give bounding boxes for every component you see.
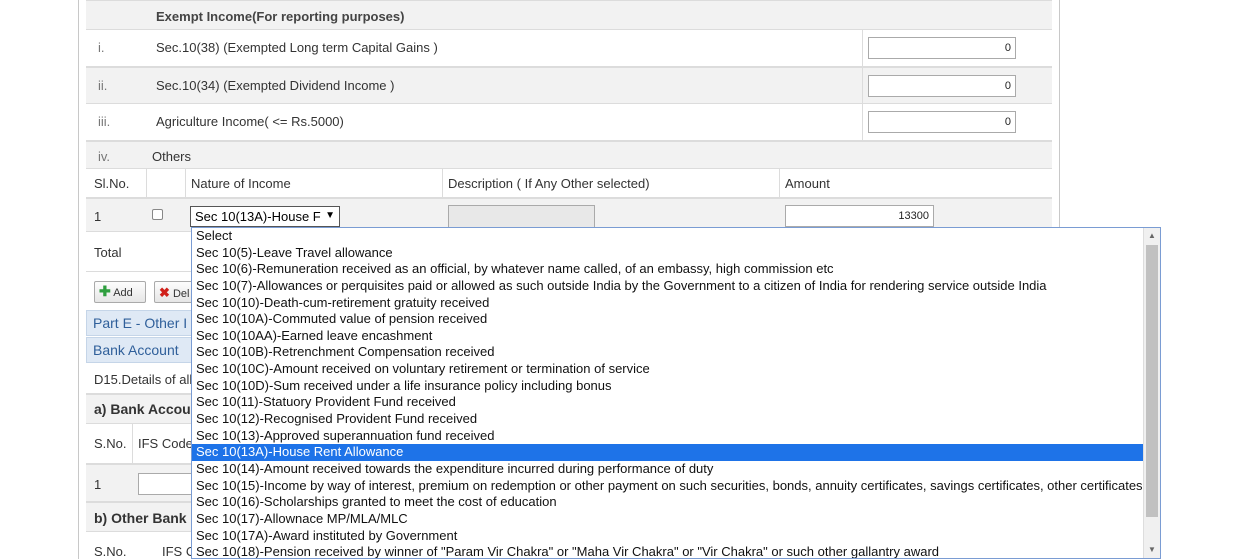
dropdown-option[interactable]: Sec 10(10A)-Commuted value of pension re…: [192, 311, 1160, 328]
col-slno: Sl.No.: [94, 176, 130, 191]
plus-icon: ✚: [99, 283, 111, 299]
dropdown-option[interactable]: Sec 10(15)-Income by way of interest, pr…: [192, 478, 1160, 495]
col-ifs-code: IFS Code: [138, 436, 193, 451]
nature-of-income-select[interactable]: Sec 10(13A)-House F ▼: [190, 206, 340, 227]
agriculture-amount-input[interactable]: 0: [868, 111, 1016, 133]
dropdown-option[interactable]: Select: [192, 228, 1160, 245]
row-number: i.: [98, 40, 105, 55]
column-divider: [862, 104, 863, 141]
dropdown-option[interactable]: Sec 10(7)-Allowances or perquisites paid…: [192, 278, 1160, 295]
col-nature: Nature of Income: [191, 176, 291, 191]
exempt-row-1: i. Sec.10(38) (Exempted Long term Capita…: [86, 30, 1052, 67]
delete-label: Del: [172, 288, 190, 300]
exempt-income-heading: Exempt Income(For reporting purposes): [156, 9, 405, 24]
dropdown-option[interactable]: Sec 10(10AA)-Earned leave encashment: [192, 328, 1160, 345]
dropdown-option[interactable]: Sec 10(10B)-Retrenchment Compensation re…: [192, 344, 1160, 361]
dropdown-option[interactable]: Sec 10(14)-Amount received towards the e…: [192, 461, 1160, 478]
other-bank-heading: b) Other Bank: [94, 510, 187, 526]
delete-button[interactable]: ✖ Del: [154, 281, 194, 303]
total-label: Total: [94, 245, 122, 260]
dropdown-option[interactable]: Sec 10(10C)-Amount received on voluntary…: [192, 361, 1160, 378]
bank-accounts-a-heading: a) Bank Accou: [94, 401, 191, 417]
ltcg-amount-input[interactable]: 0: [868, 37, 1016, 59]
select-value: Sec 10(13A)-House F: [195, 209, 321, 224]
others-row: iv. Others: [86, 141, 1052, 169]
col-amount: Amount: [785, 176, 830, 191]
row-label: Sec.10(38) (Exempted Long term Capital G…: [156, 40, 438, 55]
dropdown-options: Select Sec 10(5)-Leave Travel allowance Se…: [192, 228, 1160, 558]
others-table-header: Sl.No. Nature of Income Description ( If…: [86, 169, 1052, 198]
row-checkbox[interactable]: [152, 209, 163, 220]
dropdown-option-selected[interactable]: Sec 10(13A)-House Rent Allowance: [192, 444, 1160, 461]
dropdown-option[interactable]: Sec 10(18)-Pension received by winner of…: [192, 544, 1160, 558]
bank-row-number: 1: [94, 477, 102, 492]
row-slno: 1: [94, 209, 102, 224]
delete-icon: ✖: [159, 285, 170, 300]
row-number: iii.: [98, 114, 111, 129]
add-button[interactable]: ✚ Add: [94, 281, 146, 303]
column-divider: [862, 30, 863, 67]
ifs-code-input[interactable]: [138, 473, 198, 495]
description-input: [448, 205, 595, 229]
column-divider: [146, 169, 147, 198]
scroll-down-icon[interactable]: ▼: [1144, 542, 1160, 558]
scrollbar-thumb[interactable]: [1146, 245, 1158, 517]
row-number: ii.: [98, 78, 108, 93]
dropdown-option[interactable]: Sec 10(11)-Statuory Provident Fund recei…: [192, 394, 1160, 411]
exempt-income-header-row: Exempt Income(For reporting purposes): [86, 0, 1052, 30]
dropdown-option[interactable]: Sec 10(17)-Allownace MP/MLA/MLC: [192, 511, 1160, 528]
column-divider: [132, 424, 133, 464]
row-label: Sec.10(34) (Exempted Dividend Income ): [156, 78, 395, 93]
dropdown-option[interactable]: Sec 10(13)-Approved superannuation fund …: [192, 428, 1160, 445]
add-label: Add: [113, 287, 133, 299]
exempt-row-3: iii. Agriculture Income( <= Rs.5000) 0: [86, 104, 1052, 141]
dropdown-option[interactable]: Sec 10(5)-Leave Travel allowance: [192, 245, 1160, 262]
col-sno: S.No.: [94, 436, 127, 451]
scroll-up-icon[interactable]: ▲: [1144, 228, 1160, 244]
col-description: Description ( If Any Other selected): [448, 176, 650, 191]
row-number: iv.: [98, 149, 111, 164]
d15-label: D15.Details of all: [94, 372, 193, 387]
row-label: Agriculture Income( <= Rs.5000): [156, 114, 344, 129]
dropdown-option[interactable]: Sec 10(10D)-Sum received under a life in…: [192, 378, 1160, 395]
column-divider: [185, 169, 186, 198]
chevron-down-icon: ▼: [325, 210, 335, 221]
column-divider: [779, 169, 780, 198]
bank-account-section-tab[interactable]: Bank Account: [86, 337, 198, 363]
dropdown-option[interactable]: Sec 10(10)-Death-cum-retirement gratuity…: [192, 295, 1160, 312]
nature-of-income-dropdown-list[interactable]: Select Sec 10(5)-Leave Travel allowance Se…: [191, 227, 1161, 559]
exempt-row-2: ii. Sec.10(34) (Exempted Dividend Income…: [86, 67, 1052, 105]
dropdown-option[interactable]: Sec 10(12)-Recognised Provident Fund rec…: [192, 411, 1160, 428]
others-label: Others: [152, 149, 192, 164]
dropdown-option[interactable]: Sec 10(16)-Scholarships granted to meet …: [192, 494, 1160, 511]
dropdown-option[interactable]: Sec 10(6)-Remuneration received as an of…: [192, 261, 1160, 278]
column-divider: [862, 68, 863, 105]
dividend-amount-input[interactable]: 0: [868, 75, 1016, 97]
part-e-section-tab[interactable]: Part E - Other I: [86, 310, 198, 336]
dropdown-scrollbar[interactable]: ▲ ▼: [1143, 228, 1160, 558]
col-sno: S.No.: [94, 544, 127, 559]
column-divider: [442, 169, 443, 198]
dropdown-option[interactable]: Sec 10(17A)-Award instituted by Governme…: [192, 528, 1160, 545]
others-amount-input[interactable]: 13300: [785, 205, 934, 227]
